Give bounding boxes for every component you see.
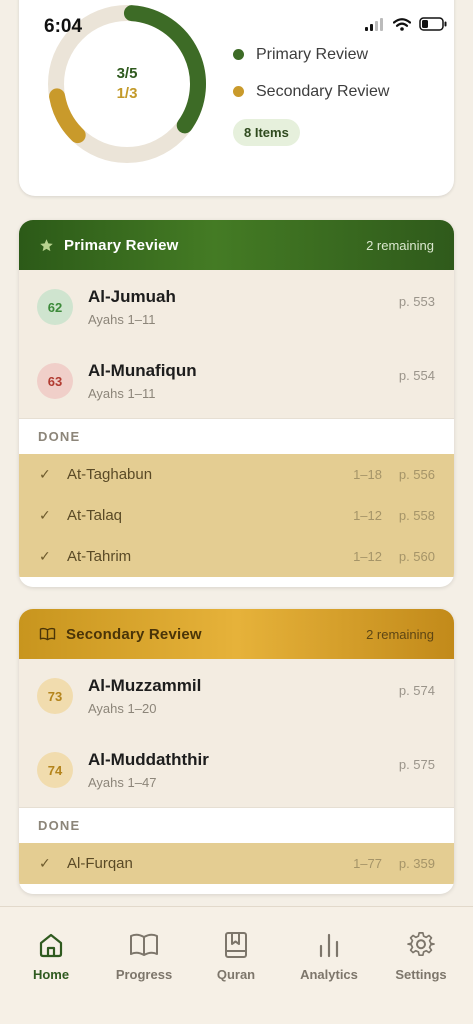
done-item-range: 1–77 xyxy=(353,856,382,871)
tab-label: Quran xyxy=(216,967,256,982)
secondary-review-section: Secondary Review 2 remaining 73 Al-Muzza… xyxy=(19,609,454,894)
book-icon xyxy=(130,933,158,956)
secondary-done-list: ✓ Al-Furqan 1–77 p. 359 xyxy=(19,843,454,884)
primary-review-header[interactable]: Primary Review 2 remaining xyxy=(19,220,454,270)
tab-progress[interactable]: Progress xyxy=(104,931,184,982)
done-item-page: p. 558 xyxy=(398,508,435,523)
done-item-range: 1–12 xyxy=(353,549,382,564)
gear-icon xyxy=(407,932,435,957)
primary-progress-count: 3/5 xyxy=(116,65,138,82)
surah-ayahs: Ayahs 1–11 xyxy=(88,312,156,327)
surah-info: Al-Jumuah Ayahs 1–11 xyxy=(88,287,176,327)
surah-number-badge: 74 xyxy=(37,752,73,788)
legend-primary-dot xyxy=(233,49,244,60)
done-item-page: p. 560 xyxy=(398,549,435,564)
surah-info: Al-Muddaththir Ayahs 1–47 xyxy=(88,750,209,790)
surah-ayahs: Ayahs 1–47 xyxy=(88,775,157,790)
done-item-name: At-Taghabun xyxy=(67,466,153,483)
wifi-icon xyxy=(393,17,411,31)
legend-secondary: Secondary Review xyxy=(233,73,389,110)
check-icon: ✓ xyxy=(39,507,51,523)
secondary-review-title: Secondary Review xyxy=(66,625,202,643)
tab-quran[interactable]: Quran xyxy=(196,931,276,982)
bookmark-book-icon xyxy=(225,932,247,958)
primary-review-section: Primary Review 2 remaining 62 Al-Jumuah … xyxy=(19,220,454,587)
tab-label: Home xyxy=(32,967,70,982)
primary-remaining: 2 remaining xyxy=(366,237,434,253)
bar-chart-icon xyxy=(319,933,339,958)
done-item-page: p. 556 xyxy=(398,467,435,482)
secondary-review-header[interactable]: Secondary Review 2 remaining xyxy=(19,609,454,659)
surah-name: Al-Muddaththir xyxy=(88,750,209,769)
primary-review-title: Primary Review xyxy=(64,236,179,254)
surah-number-badge: 63 xyxy=(37,363,73,399)
signal-icon xyxy=(365,17,383,31)
home-icon xyxy=(39,933,63,958)
surah-name: Al-Muzzammil xyxy=(88,676,202,695)
done-item-range: 1–18 xyxy=(353,467,382,482)
legend-primary-label: Primary Review xyxy=(256,45,369,63)
secondary-done-label: DONE xyxy=(19,807,454,843)
section-footer xyxy=(19,577,454,587)
done-item-name: At-Tahrim xyxy=(67,548,132,565)
section-footer xyxy=(19,884,454,894)
tab-bar: Home Progress Quran Analytics Settings xyxy=(0,906,473,1024)
check-icon: ✓ xyxy=(39,466,51,482)
check-icon: ✓ xyxy=(39,855,51,871)
book-open-icon xyxy=(39,627,56,641)
done-item[interactable]: ✓ At-Talaq 1–12 p. 558 xyxy=(19,495,454,536)
surah-page: p. 574 xyxy=(398,683,435,698)
secondary-remaining: 2 remaining xyxy=(366,626,434,642)
surah-page: p. 575 xyxy=(398,757,435,772)
surah-number-badge: 73 xyxy=(37,678,73,714)
surah-row[interactable]: 73 Al-Muzzammil Ayahs 1–20 p. 574 xyxy=(19,659,454,733)
done-item-name: Al-Furqan xyxy=(67,855,133,872)
status-time: 6:04 xyxy=(44,16,83,37)
check-icon: ✓ xyxy=(39,548,51,564)
tab-home[interactable]: Home xyxy=(11,931,91,982)
surah-ayahs: Ayahs 1–20 xyxy=(88,701,157,716)
legend-secondary-label: Secondary Review xyxy=(256,82,390,100)
battery-icon xyxy=(419,17,447,31)
status-bar: 6:04 xyxy=(0,0,473,44)
items-count-pill: 8 Items xyxy=(233,119,300,146)
done-item-range: 1–12 xyxy=(353,508,382,523)
legend-secondary-dot xyxy=(233,86,244,97)
tab-label: Analytics xyxy=(300,967,358,982)
surah-info: Al-Muzzammil Ayahs 1–20 xyxy=(88,676,201,716)
surah-ayahs: Ayahs 1–11 xyxy=(88,386,156,401)
tab-analytics[interactable]: Analytics xyxy=(289,931,369,982)
surah-page: p. 553 xyxy=(398,294,435,309)
secondary-progress-count: 1/3 xyxy=(116,85,138,102)
done-item-page: p. 359 xyxy=(398,856,435,871)
surah-info: Al-Munafiqun Ayahs 1–11 xyxy=(88,361,197,401)
surah-number-badge: 62 xyxy=(37,289,73,325)
surah-row[interactable]: 74 Al-Muddaththir Ayahs 1–47 p. 575 xyxy=(19,733,454,807)
legend: Primary Review Secondary Review 8 Items xyxy=(233,36,389,146)
done-item[interactable]: ✓ At-Tahrim 1–12 p. 560 xyxy=(19,536,454,577)
surah-name: Al-Munafiqun xyxy=(88,361,197,380)
done-item-name: At-Talaq xyxy=(67,507,123,524)
tab-label: Settings xyxy=(395,967,447,982)
tab-label: Progress xyxy=(115,967,173,982)
done-item[interactable]: ✓ Al-Furqan 1–77 p. 359 xyxy=(19,843,454,884)
primary-done-list: ✓ At-Taghabun 1–18 p. 556 ✓ At-Talaq 1–1… xyxy=(19,454,454,577)
surah-name: Al-Jumuah xyxy=(88,287,176,306)
tab-settings[interactable]: Settings xyxy=(381,931,461,982)
done-item[interactable]: ✓ At-Taghabun 1–18 p. 556 xyxy=(19,454,454,495)
status-icons xyxy=(365,17,447,31)
surah-page: p. 554 xyxy=(398,368,435,383)
star-icon xyxy=(40,238,53,251)
primary-done-label: DONE xyxy=(19,418,454,454)
surah-row[interactable]: 62 Al-Jumuah Ayahs 1–11 p. 553 xyxy=(19,270,454,344)
surah-row[interactable]: 63 Al-Munafiqun Ayahs 1–11 p. 554 xyxy=(19,344,454,418)
